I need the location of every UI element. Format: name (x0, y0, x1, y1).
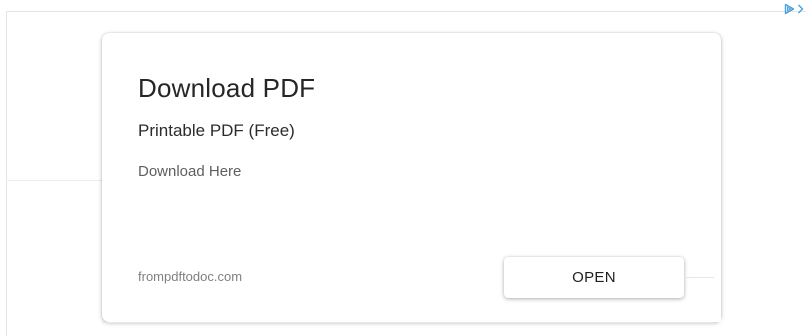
divider (102, 322, 714, 323)
ad-description: Download Here (138, 163, 242, 180)
divider (6, 180, 102, 181)
ad-display-url[interactable]: frompdftodoc.com (138, 269, 242, 284)
ad-choices[interactable] (776, 0, 806, 18)
adchoices-play-icon[interactable] (784, 3, 795, 15)
card-edge (713, 63, 721, 322)
ad-subtitle: Printable PDF (Free) (138, 121, 295, 140)
divider (684, 277, 714, 278)
open-button[interactable]: OPEN (504, 257, 684, 298)
ad-card[interactable]: Download PDF Printable PDF (Free) Downlo… (102, 33, 721, 322)
ad-title[interactable]: Download PDF (138, 73, 315, 104)
chevron-right-icon[interactable] (797, 3, 804, 15)
